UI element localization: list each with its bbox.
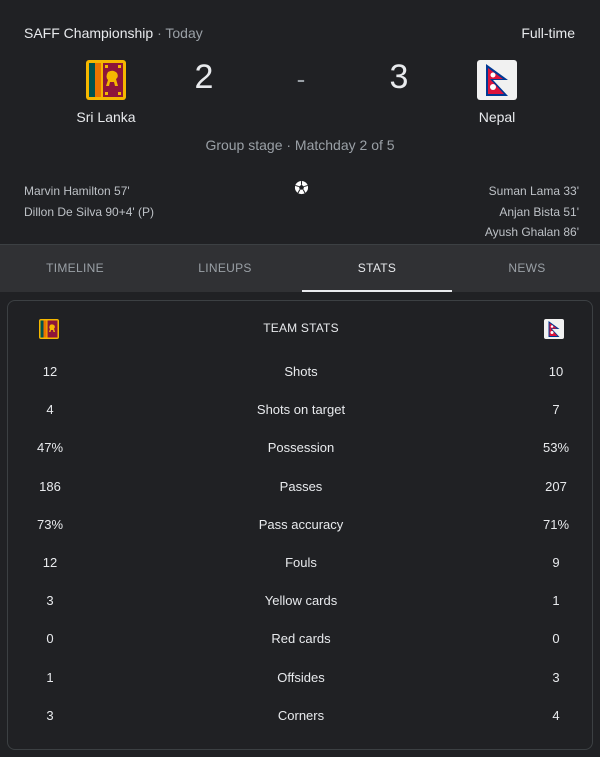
stat-row-shots-on-target: 4 Shots on target 7 xyxy=(8,402,594,422)
stat-row-offsides: 1 Offsides 3 xyxy=(8,670,594,690)
tab-lineups[interactable]: LINEUPS xyxy=(150,245,300,292)
stat-label: Yellow cards xyxy=(264,593,338,608)
stat-row-red-cards: 0 Red cards 0 xyxy=(8,631,594,651)
stat-label: Pass accuracy xyxy=(258,517,344,532)
team-stats-title: TEAM STATS xyxy=(263,321,339,335)
stat-label: Passes xyxy=(279,479,323,494)
stat-away-value: 53% xyxy=(542,440,570,455)
away-team-name[interactable]: Nepal xyxy=(437,109,557,125)
stat-away-value: 7 xyxy=(552,402,560,417)
stat-away-value: 0 xyxy=(552,631,560,646)
home-scorers: Marvin Hamilton 57' Dillon De Silva 90+4… xyxy=(24,181,154,222)
home-team-name[interactable]: Sri Lanka xyxy=(46,109,166,125)
stat-label: Red cards xyxy=(271,631,331,646)
stat-row-yellow-cards: 3 Yellow cards 1 xyxy=(8,593,594,613)
stat-away-value: 3 xyxy=(552,670,560,685)
tab-news[interactable]: NEWS xyxy=(452,245,600,292)
competition-line: SAFF Championship · Today xyxy=(24,25,203,41)
stat-row-fouls: 12 Fouls 9 xyxy=(8,555,594,575)
stat-label: Offsides xyxy=(277,670,325,685)
stat-away-value: 71% xyxy=(542,517,570,532)
match-status: Full-time xyxy=(521,25,575,41)
away-scorers: Suman Lama 33' Anjan Bista 51' Ayush Gha… xyxy=(485,181,579,243)
stat-label: Possession xyxy=(267,440,335,455)
home-scorer: Marvin Hamilton 57' xyxy=(24,184,130,198)
tab-stats[interactable]: STATS xyxy=(302,245,452,292)
stat-away-value: 9 xyxy=(552,555,560,570)
stat-away-value: 1 xyxy=(552,593,560,608)
soccer-ball-icon xyxy=(294,180,309,195)
nepal-flag-icon[interactable] xyxy=(477,60,517,100)
competition-name[interactable]: SAFF Championship xyxy=(24,25,153,41)
stat-away-value: 4 xyxy=(552,708,560,723)
match-date: Today xyxy=(165,25,203,41)
stat-label: Shots on target xyxy=(256,402,346,417)
stat-row-passes: 186 Passes 207 xyxy=(8,479,594,499)
stat-label: Corners xyxy=(277,708,325,723)
stat-row-possession: 47% Possession 53% xyxy=(8,440,594,460)
score-separator: - xyxy=(296,64,306,94)
sri-lanka-flag-icon[interactable] xyxy=(86,60,126,100)
stat-label: Shots xyxy=(284,364,318,379)
stat-row-shots: 12 Shots 10 xyxy=(8,364,594,384)
home-score: 2 xyxy=(194,58,214,96)
nepal-flag-icon xyxy=(544,319,564,339)
match-tabs: TIMELINE LINEUPS STATS NEWS xyxy=(0,244,600,292)
stat-row-pass-accuracy: 73% Pass accuracy 71% xyxy=(8,517,594,537)
away-scorer: Suman Lama 33' xyxy=(488,184,579,198)
tab-timeline[interactable]: TIMELINE xyxy=(0,245,150,292)
team-stats-card: TEAM STATS 12 Shots 10 4 Shots on target… xyxy=(7,300,593,750)
stat-row-corners: 3 Corners 4 xyxy=(8,708,594,728)
match-stage: Group stage · Matchday 2 of 5 xyxy=(205,137,395,153)
away-scorer: Anjan Bista 51' xyxy=(499,204,579,219)
home-scorer: Dillon De Silva 90+4' (P) xyxy=(24,204,155,219)
competition-separator: · xyxy=(157,25,162,41)
match-header: SAFF Championship · Today Full-time Sri … xyxy=(0,0,600,244)
stat-away-value: 207 xyxy=(545,479,567,494)
away-score: 3 xyxy=(389,58,409,96)
stat-away-value: 10 xyxy=(548,364,564,379)
away-scorer: Ayush Ghalan 86' xyxy=(484,225,579,239)
stat-label: Fouls xyxy=(285,555,317,570)
